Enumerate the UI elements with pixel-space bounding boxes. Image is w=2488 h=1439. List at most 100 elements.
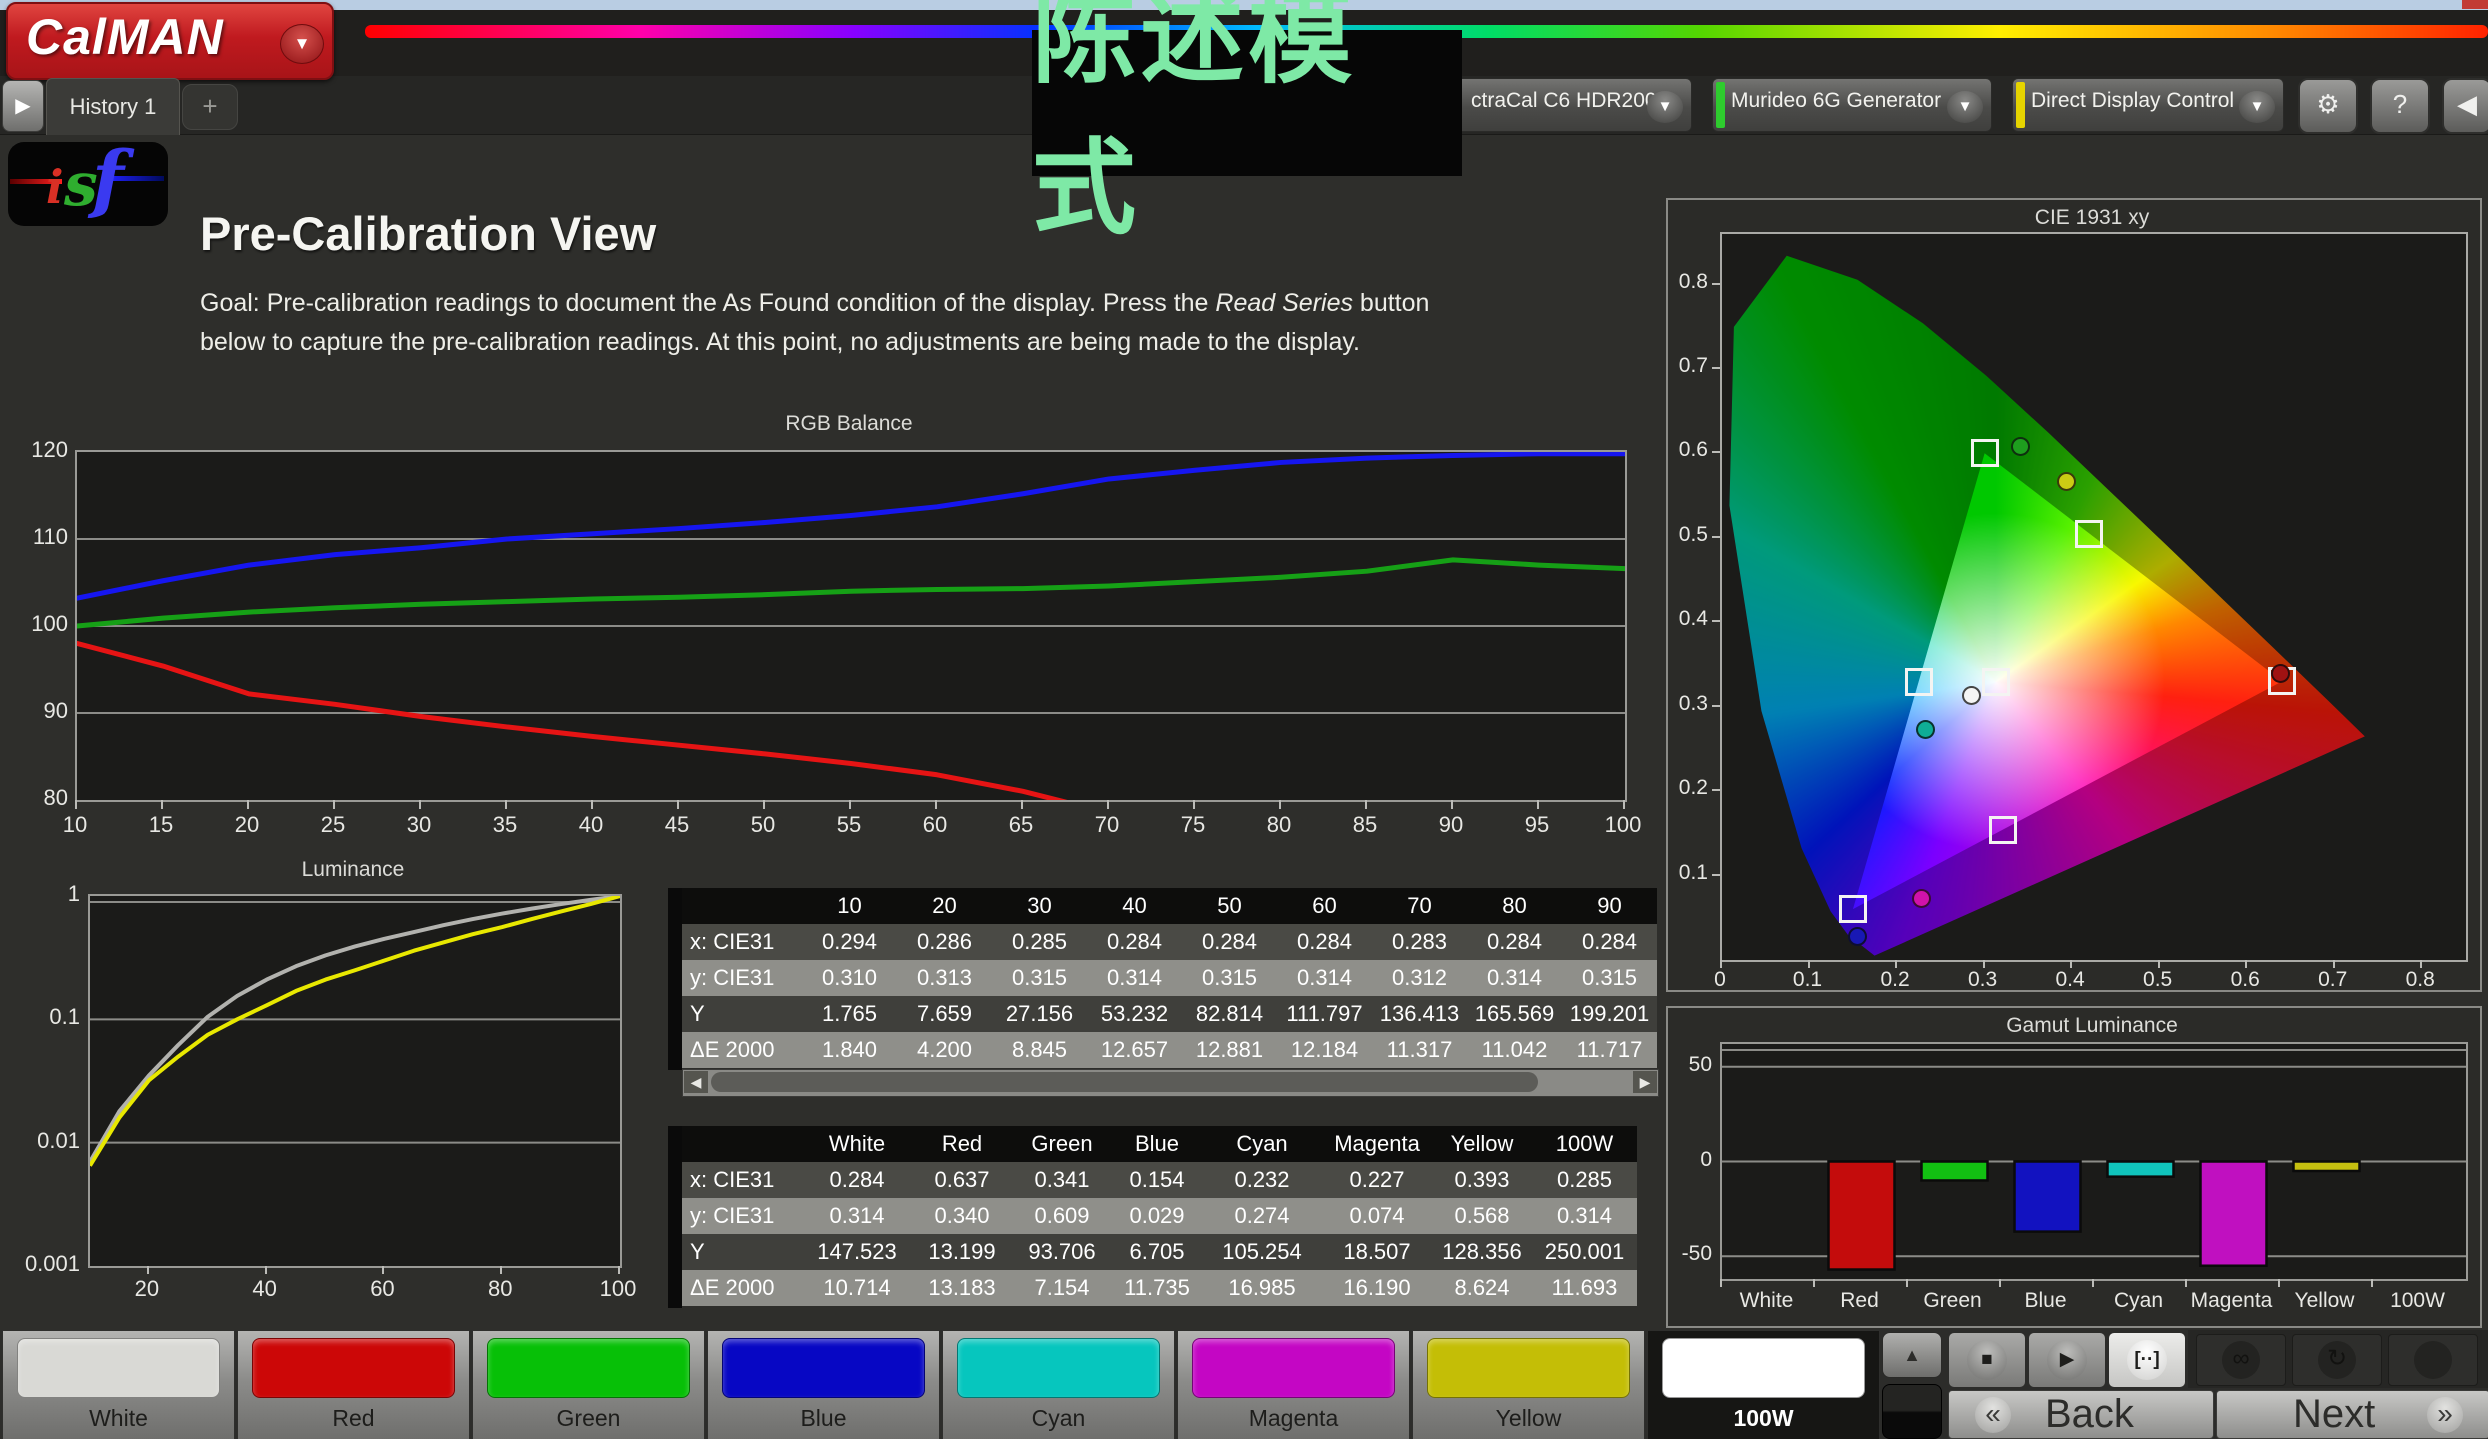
table-cell: 6.705	[1112, 1234, 1202, 1270]
table-cell: 0.285	[992, 924, 1087, 960]
cie-y-tickmark	[1712, 873, 1720, 876]
generator-accent	[1716, 82, 1725, 128]
rgb-x-tick: 70	[1094, 812, 1120, 837]
pattern-bar: White Red Green Blue Cyan Magenta Yellow 100W ▲…	[0, 1330, 2488, 1439]
pattern-swatch-green[interactable]: Green	[472, 1330, 705, 1439]
cie-y-tickmark	[1712, 789, 1720, 792]
pattern-swatch-cyan[interactable]: Cyan	[942, 1330, 1175, 1439]
pattern-swatch-blue[interactable]: Blue	[707, 1330, 940, 1439]
rgb-y-tick: 110	[32, 524, 68, 549]
help-button[interactable]: ?	[2370, 78, 2430, 134]
loop-button[interactable]: ↻	[2292, 1334, 2382, 1386]
cie-x-tick: 0.8	[2405, 968, 2435, 991]
rgb-x-tickmark	[1537, 800, 1539, 809]
cie-y-tick: 0.5	[1678, 522, 1708, 546]
rgb-x-tick: 85	[1352, 812, 1378, 837]
table-cell: 0.314	[802, 1198, 912, 1234]
tab-history-1[interactable]: History 1	[46, 78, 180, 135]
table-cell: 111.797	[1277, 996, 1372, 1032]
scrollbar-thumb[interactable]	[711, 1072, 1538, 1092]
gamut-luminance-chart: Gamut Luminance 50 0 -50 White Red Green Blue…	[1666, 1006, 2482, 1328]
cie-measured-yellow	[2056, 471, 2076, 491]
settings-button[interactable]: ⚙	[2298, 78, 2358, 134]
pattern-swatch-red[interactable]: Red	[237, 1330, 470, 1439]
calman-menu-chevron-icon[interactable]: ▼	[280, 24, 324, 64]
tab-scroll-button[interactable]: ▶	[2, 80, 44, 132]
pattern-swatch-magenta[interactable]: Magenta	[1177, 1330, 1410, 1439]
add-tab-button[interactable]: +	[182, 84, 238, 130]
calman-logo-button[interactable]: CalMAN ▼	[6, 2, 334, 80]
stop-button[interactable]: ■	[1948, 1332, 2026, 1388]
table-cell: 128.356	[1432, 1234, 1532, 1270]
table-scrollbar[interactable]: ◀ ▶	[682, 1069, 1659, 1097]
pattern-swatch-yellow[interactable]: Yellow	[1412, 1330, 1645, 1439]
table-cell: 93.706	[1012, 1234, 1112, 1270]
column-header: 70	[1372, 888, 1467, 924]
rgb-x-tick: 80	[1266, 812, 1292, 837]
rgb-y-tick: 80	[43, 785, 68, 810]
rgb-x-tick: 90	[1438, 812, 1464, 837]
read-series-button[interactable]: [··]	[2108, 1332, 2186, 1388]
gamut-y-tick: 50	[1688, 1052, 1712, 1076]
rgb-x-tickmark	[247, 800, 249, 809]
rgb-x-tickmark	[1021, 800, 1023, 809]
cie-y-tick: 0.8	[1678, 269, 1708, 293]
extra-button[interactable]	[2388, 1334, 2478, 1386]
rgb-x-tick: 35	[492, 812, 518, 837]
scroll-right-icon[interactable]: ▶	[1633, 1071, 1657, 1093]
swatch-color	[957, 1338, 1160, 1398]
collapse-panel-button[interactable]: ◀	[2442, 78, 2488, 134]
rgb-x-tickmark	[1623, 800, 1625, 809]
transport-extra-group: ∞ ↻	[2188, 1330, 2488, 1388]
gamut-x-tickmark	[2371, 1279, 2373, 1287]
cie-y-tick: 0.2	[1678, 776, 1708, 800]
luminance-plot	[88, 894, 622, 1268]
table-cell: 0.312	[1372, 960, 1467, 996]
back-button[interactable]: « Back	[1948, 1390, 2214, 1439]
pattern-swatch-100w[interactable]: 100W	[1647, 1330, 1880, 1439]
table-cell: 0.294	[802, 924, 897, 960]
table-cell: 0.285	[1532, 1162, 1637, 1198]
rgb-x-tick: 75	[1180, 812, 1206, 837]
table-cell: 147.523	[802, 1234, 912, 1270]
chevron-down-icon[interactable]: ▼	[1647, 91, 1683, 123]
swatch-label: 100W	[1733, 1405, 1794, 1431]
table-cell: 13.183	[912, 1270, 1012, 1306]
cie-target-white	[1981, 668, 2010, 697]
cie-y-tickmark	[1712, 451, 1720, 454]
next-button[interactable]: Next »	[2216, 1390, 2488, 1439]
rgb-x-tickmark	[1107, 800, 1109, 809]
column-header: 100W	[1532, 1126, 1637, 1162]
cie-x-tickmark	[2420, 960, 2423, 968]
table-cell: 53.232	[1087, 996, 1182, 1032]
play-button[interactable]: ▶	[2028, 1332, 2106, 1388]
pattern-up-button[interactable]: ▲	[1882, 1332, 1942, 1378]
table-left-strip	[668, 888, 682, 1070]
rgb-x-tick: 55	[836, 812, 862, 837]
window-close-sliver	[2462, 0, 2488, 9]
scroll-left-icon[interactable]: ◀	[684, 1071, 708, 1093]
question-icon: ?	[2392, 89, 2408, 119]
gamut-x-tickmark	[2185, 1279, 2187, 1287]
table-cell: 0.154	[1112, 1162, 1202, 1198]
left-triangle-icon: ◀	[2457, 89, 2477, 119]
table-cell: 0.284	[1087, 924, 1182, 960]
pattern-swatch-white[interactable]: White	[2, 1330, 235, 1439]
chevron-down-icon[interactable]: ▼	[2239, 91, 2275, 123]
column-header	[682, 1126, 802, 1162]
stop-icon: ■	[1967, 1340, 2007, 1380]
continuous-read-button[interactable]: ∞	[2196, 1334, 2286, 1386]
gamut-x-tick: Yellow	[2294, 1289, 2355, 1312]
luminance-y-tick: 0.001	[24, 1251, 80, 1276]
gamut-x-tickmark	[2092, 1279, 2094, 1287]
chevron-down-icon[interactable]: ▼	[1947, 91, 1983, 123]
cie-x-tickmark	[2332, 960, 2335, 968]
cie-x-tickmark	[1720, 960, 1722, 968]
luminance-title: Luminance	[301, 858, 405, 881]
swatch-label: Yellow	[1495, 1405, 1562, 1431]
cie-x-tick: 0.4	[2055, 968, 2085, 991]
table-cell: 0.284	[802, 1162, 912, 1198]
generator-dropdown[interactable]: Murideo 6G Generator ▼	[1712, 78, 1992, 132]
cie-x-tick: 0	[1714, 968, 1726, 991]
display-control-dropdown[interactable]: Direct Display Control ▼	[2012, 78, 2284, 132]
